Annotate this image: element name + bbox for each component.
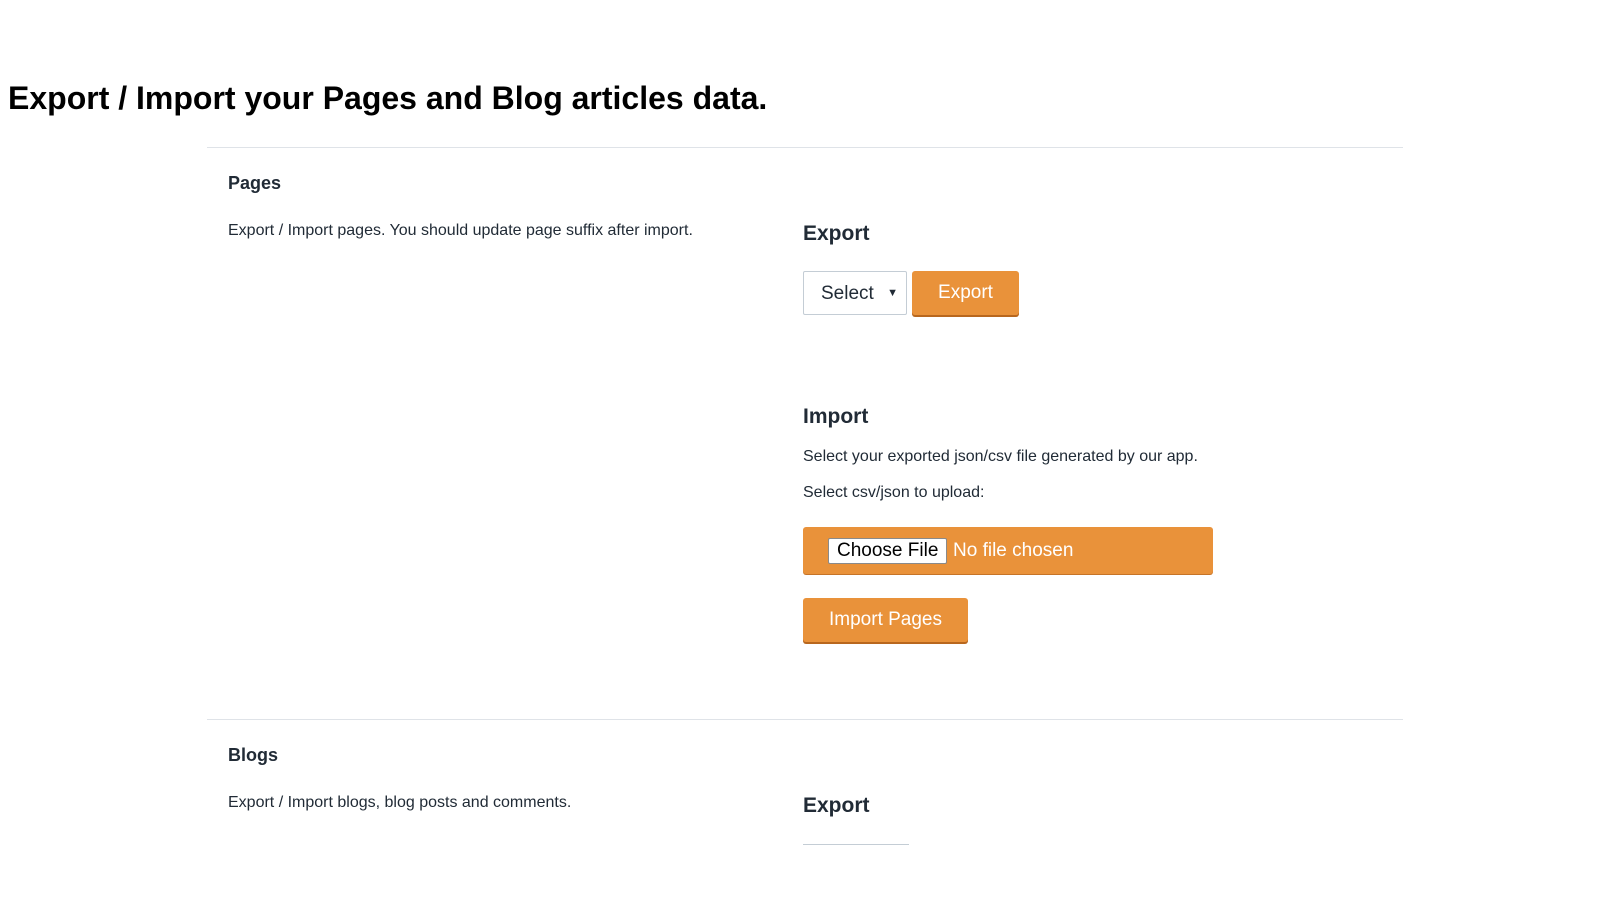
pages-import-file-label: Select csv/json to upload:: [803, 484, 985, 501]
select-value: Select: [821, 283, 874, 304]
pages-import-heading: Import: [803, 405, 869, 428]
pages-section-description: Export / Import pages. You should update…: [228, 222, 693, 239]
pages-export-heading: Export: [803, 222, 870, 245]
choose-file-button[interactable]: Choose File: [828, 538, 948, 564]
page-title: Export / Import your Pages and Blog arti…: [8, 80, 768, 116]
pages-import-instruction: Select your exported json/csv file gener…: [803, 448, 1198, 465]
blogs-section-heading: Blogs: [228, 745, 279, 765]
pages-export-format-select[interactable]: Select ▼: [803, 271, 907, 315]
section-divider: [207, 719, 1403, 720]
blogs-section-description: Export / Import blogs, blog posts and co…: [228, 794, 572, 811]
import-pages-button[interactable]: Import Pages: [803, 598, 968, 642]
blogs-export-heading: Export: [803, 794, 870, 817]
section-divider: [207, 147, 1403, 148]
pages-export-button[interactable]: Export: [912, 271, 1019, 315]
caret-down-icon: ▼: [887, 287, 898, 299]
blogs-export-format-select[interactable]: [803, 844, 909, 845]
pages-file-input[interactable]: Choose File No file chosen: [803, 527, 1213, 574]
pages-section-heading: Pages: [228, 173, 282, 193]
file-status-text: No file chosen: [953, 540, 1074, 561]
